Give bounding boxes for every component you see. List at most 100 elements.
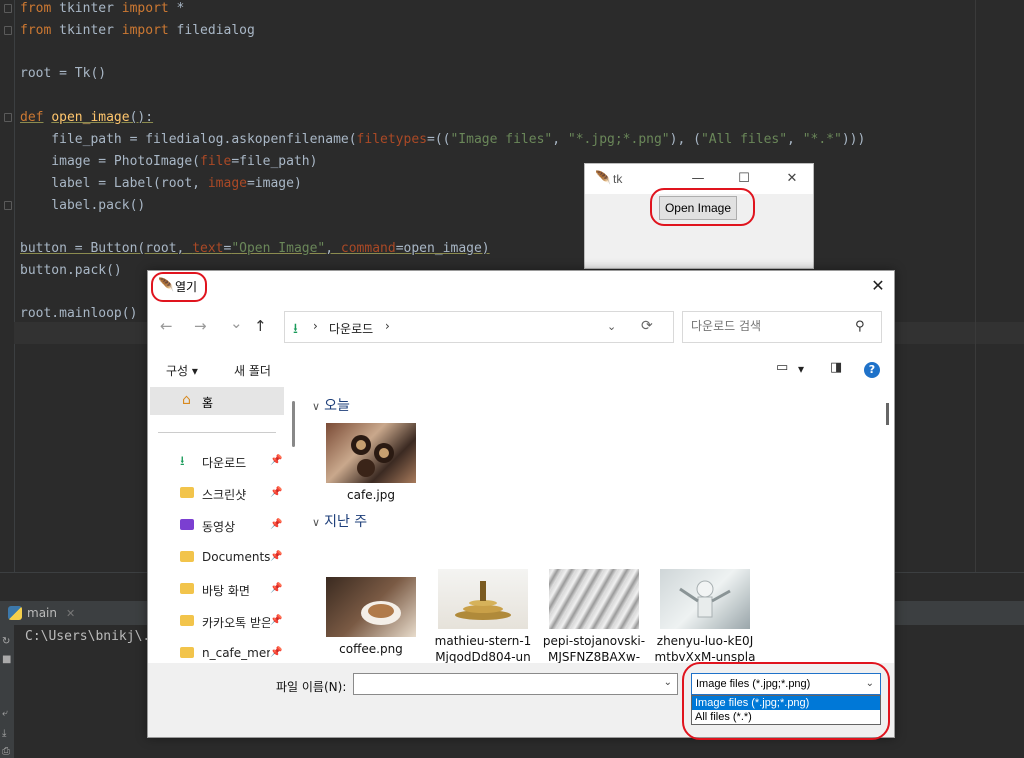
up-button[interactable]: ↑ (254, 317, 267, 335)
minimize-button[interactable]: — (683, 169, 713, 189)
nav-item-label: 카카오톡 받은 (202, 616, 270, 630)
nav-item-videos[interactable]: 동영상 📌 (180, 515, 284, 539)
refresh-icon[interactable]: ⟳ (641, 318, 653, 334)
nav-item-documents[interactable]: Documents 📌 (180, 547, 284, 571)
fold-marker[interactable] (4, 113, 12, 122)
group-header-label: 오늘 (324, 398, 350, 414)
thumbnail-coffee[interactable] (326, 577, 416, 637)
search-icon[interactable]: ⚲ (855, 319, 865, 334)
nav-item-desktop[interactable]: 바탕 화면 📌 (180, 579, 284, 603)
nav-item-label: 다운로드 (202, 456, 247, 470)
file-name[interactable]: zhenyu-luo-kE0J (646, 633, 764, 649)
recent-locations-button[interactable]: ⌄ (230, 314, 243, 332)
file-name[interactable]: cafe.jpg (312, 487, 430, 503)
nav-pane-scrollbar[interactable] (292, 401, 295, 447)
python-icon (8, 606, 22, 620)
view-dropdown-button[interactable]: ▾ (798, 362, 804, 376)
annotation-ring-open-button (650, 188, 755, 226)
thumbnail-mathieu-stern[interactable] (438, 569, 528, 629)
nav-item-downloads[interactable]: ⭳ 다운로드 📌 (180, 451, 284, 475)
code-line: from tkinter import * (20, 1, 185, 16)
nav-item-label: Documents (202, 550, 270, 564)
search-input[interactable] (689, 318, 843, 334)
pin-icon: 📌 (270, 455, 283, 466)
download-icon: ⭳ (293, 321, 298, 337)
nav-item-kakaotalk[interactable]: 카카오톡 받은 📌 (180, 611, 284, 635)
file-name[interactable]: coffee.png (312, 641, 430, 657)
feather-icon: 🪶 (595, 171, 612, 186)
folder-icon (180, 551, 194, 562)
chevron-down-icon[interactable]: ⌄ (664, 677, 672, 688)
pin-icon: 📌 (270, 487, 283, 498)
breadcrumb-separator: › (313, 319, 318, 333)
fold-marker[interactable] (4, 4, 12, 13)
stop-icon[interactable]: ■ (2, 655, 12, 665)
nav-item-label: 바탕 화면 (202, 584, 250, 598)
run-tab-label: main (27, 606, 57, 620)
scroll-to-end-icon[interactable]: ⤓ (2, 729, 12, 739)
thumbnail-cafe[interactable] (326, 423, 416, 483)
file-name[interactable]: pepi-stojanovski- (535, 633, 653, 649)
help-icon[interactable]: ? (864, 362, 880, 378)
nav-item-home[interactable]: ⌂ 홈 (150, 387, 284, 415)
print-icon[interactable]: ⎙ (2, 747, 12, 757)
fold-marker[interactable] (4, 201, 12, 210)
code-line: image = PhotoImage(file=file_path) (20, 154, 318, 169)
maximize-button[interactable]: ☐ (729, 169, 759, 189)
search-box[interactable]: ⚲ (682, 311, 882, 343)
gutter-divider (14, 0, 15, 572)
video-icon (180, 519, 194, 530)
rerun-icon[interactable]: ↻ (2, 637, 12, 647)
close-icon[interactable]: ✕ (66, 607, 75, 620)
breadcrumb-separator[interactable]: › (385, 319, 390, 333)
thumbnail-zhenyu-luo[interactable] (660, 569, 750, 629)
file-name[interactable]: MjqodDd804-un (424, 649, 542, 663)
nav-divider (158, 432, 276, 433)
run-side-toolbar: ↻ ■ ⤶ ⤓ ⎙ (0, 625, 14, 758)
nav-item-screenshots[interactable]: 스크린샷 📌 (180, 483, 284, 507)
run-tab-main[interactable]: main ✕ (8, 604, 75, 622)
address-bar[interactable]: ⭳ › 다운로드 › ⌄ ⟳ (284, 311, 674, 343)
console-output: C:\Users\bnikj\. (25, 629, 151, 644)
dialog-close-button[interactable]: ✕ (864, 275, 892, 297)
pin-icon: 📌 (270, 583, 283, 594)
command-bar: 구성 ▾ 새 폴더 ▭ ▾ ◨ ? (148, 353, 894, 385)
forward-button[interactable]: → (194, 317, 207, 335)
group-header-label: 지난 주 (324, 514, 368, 530)
annotation-ring-file-type (682, 662, 890, 740)
code-line: def open_image(): (20, 110, 154, 125)
organize-button[interactable]: 구성 ▾ (166, 362, 198, 379)
file-name[interactable]: MJSFNZ8BAXw- (535, 649, 653, 663)
breadcrumb-downloads[interactable]: 다운로드 (329, 320, 373, 337)
view-icon[interactable]: ▭ (776, 360, 788, 375)
coffee-cups-image (351, 435, 394, 477)
fold-marker[interactable] (4, 26, 12, 35)
chevron-down-icon: ∨ (312, 400, 321, 413)
filename-field[interactable]: ⌄ (353, 673, 678, 695)
wrap-icon[interactable]: ⤶ (2, 709, 12, 719)
pin-icon: 📌 (270, 647, 283, 658)
folder-icon (180, 615, 194, 626)
pin-icon: 📌 (270, 615, 283, 626)
preview-pane-icon[interactable]: ◨ (830, 360, 842, 375)
group-header-last-week[interactable]: ∨ 지난 주 (312, 511, 367, 531)
coins-image (455, 581, 511, 620)
nav-item-label: 홈 (202, 396, 214, 410)
thumbnail-pepi-stojanovski[interactable] (549, 569, 639, 629)
folder-icon (180, 647, 194, 658)
nav-item-label: n_cafe_mem (202, 646, 270, 660)
address-dropdown-icon[interactable]: ⌄ (607, 320, 616, 333)
close-button[interactable]: ✕ (777, 169, 807, 189)
dialog-titlebar[interactable]: 🪶 열기 ✕ (148, 271, 894, 301)
group-header-today[interactable]: ∨ 오늘 (312, 395, 350, 415)
code-line: root.mainloop() (20, 306, 138, 321)
file-name[interactable]: mathieu-stern-1 (424, 633, 542, 649)
new-folder-button[interactable]: 새 폴더 (234, 362, 271, 379)
file-name[interactable]: mtbvXxM-unspla (646, 649, 764, 663)
back-button[interactable]: ← (160, 317, 173, 335)
pin-icon: 📌 (270, 519, 283, 530)
navigation-pane: ⌂ 홈 ⭳ 다운로드 📌 스크린샷 📌 동영상 📌 Documents 📌 바탕… (148, 385, 286, 663)
file-list: ∨ 오늘 cafe.jpg ∨ 지난 주 coffee.png mathieu-st… (298, 385, 888, 663)
editor-gutter (0, 0, 14, 572)
file-list-scrollbar[interactable] (886, 403, 889, 425)
